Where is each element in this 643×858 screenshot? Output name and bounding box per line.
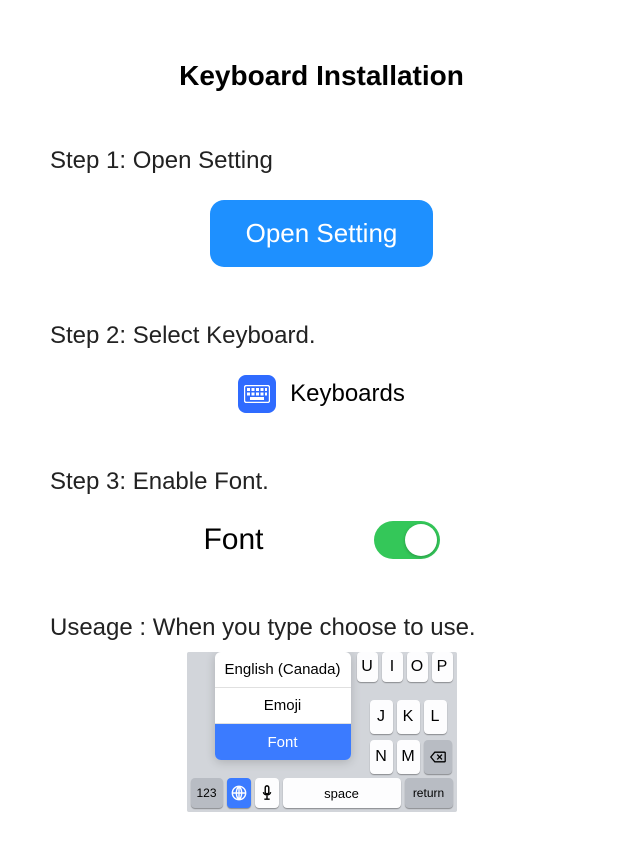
open-setting-button[interactable]: Open Setting [210, 200, 434, 267]
numbers-key[interactable]: 123 [191, 778, 223, 808]
keyboard-icon [238, 375, 276, 413]
keyboard-option-emoji[interactable]: Emoji [215, 688, 351, 724]
key-k[interactable]: K [397, 700, 420, 734]
key-u[interactable]: U [357, 652, 378, 682]
step-3: Step 3: Enable Font. Font [50, 468, 593, 559]
toggle-knob [405, 524, 437, 556]
keyboard-option-english[interactable]: English (Canada) [215, 652, 351, 688]
page-title: Keyboard Installation [50, 60, 593, 92]
keyboard-option-font[interactable]: Font [215, 724, 351, 760]
step-2-heading: Step 2: Select Keyboard. [50, 322, 593, 350]
font-toggle-label: Font [203, 523, 263, 557]
step-1-heading: Step 1: Open Setting [50, 147, 593, 175]
step-1: Step 1: Open Setting Open Setting [50, 147, 593, 267]
key-l[interactable]: L [424, 700, 447, 734]
key-j[interactable]: J [370, 700, 393, 734]
key-o[interactable]: O [407, 652, 428, 682]
microphone-icon [261, 785, 273, 801]
key-i[interactable]: I [382, 652, 403, 682]
keyboard-switcher-popup: English (Canada) Emoji Font [215, 652, 351, 760]
keyboards-settings-row[interactable]: Keyboards [50, 375, 593, 413]
keyboards-label: Keyboards [290, 380, 405, 408]
step-3-heading: Step 3: Enable Font. [50, 468, 593, 496]
step-2: Step 2: Select Keyboard. Keyboards [50, 322, 593, 413]
usage-heading: Useage : When you type choose to use. [50, 614, 593, 642]
enable-font-toggle[interactable] [374, 521, 440, 559]
space-key[interactable]: space [283, 778, 401, 808]
globe-icon [231, 785, 247, 801]
backspace-key[interactable] [424, 740, 452, 774]
return-key[interactable]: return [405, 778, 453, 808]
key-p[interactable]: P [432, 652, 453, 682]
backspace-icon [430, 750, 446, 764]
mic-key[interactable] [255, 778, 279, 808]
key-n[interactable]: N [370, 740, 393, 774]
globe-key[interactable] [227, 778, 251, 808]
keyboard-preview: U I O P J K L N M English (Canada) Emoji… [187, 652, 457, 812]
usage-section: Useage : When you type choose to use. U … [50, 614, 593, 812]
key-m[interactable]: M [397, 740, 420, 774]
